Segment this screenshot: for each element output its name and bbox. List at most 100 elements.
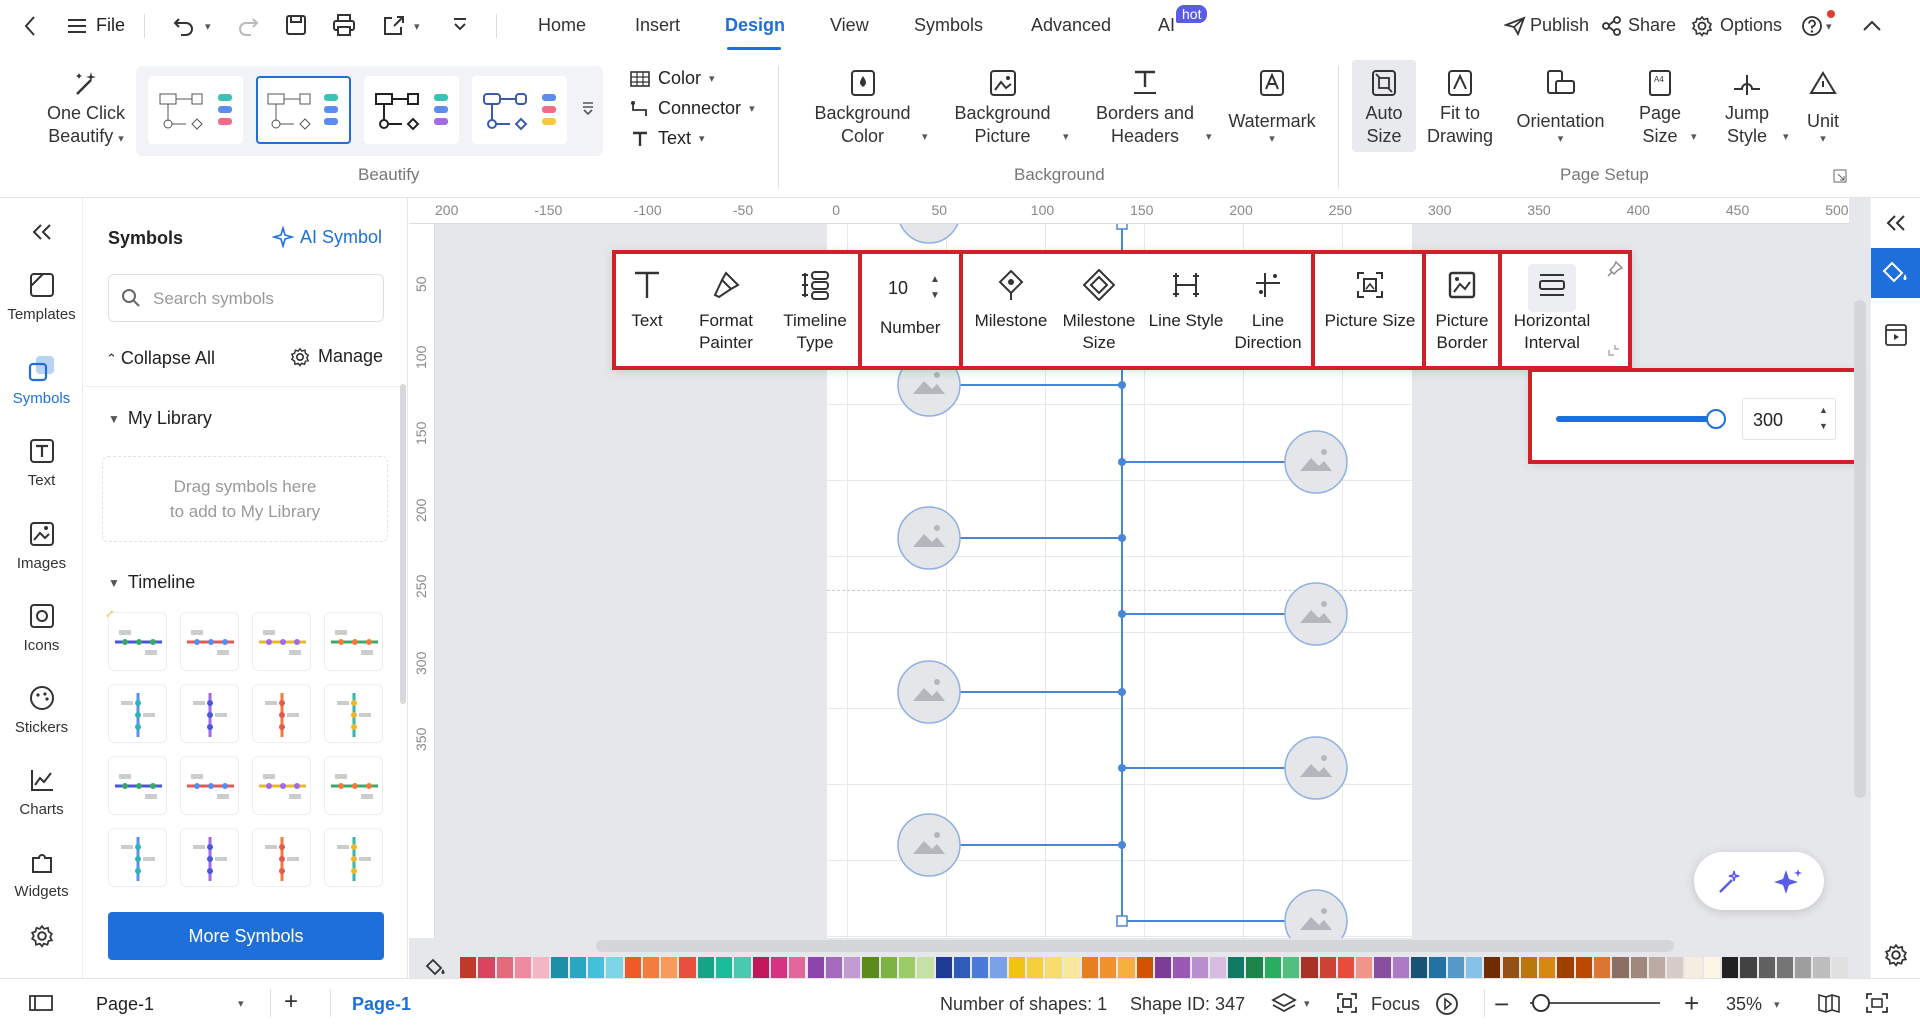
fit-page-icon[interactable] xyxy=(1864,991,1890,1015)
color-swatch[interactable] xyxy=(460,957,477,978)
color-swatch[interactable] xyxy=(1411,957,1428,978)
milestone-button[interactable]: Milestone xyxy=(970,268,1052,332)
color-swatch[interactable] xyxy=(1520,957,1538,978)
bg-picture-dropdown-icon[interactable]: ▾ xyxy=(1063,130,1069,143)
color-swatch[interactable] xyxy=(514,957,532,978)
timeline-symbol-thumbnail[interactable] xyxy=(108,756,167,815)
color-button[interactable]: Color ▾ xyxy=(630,68,715,89)
color-swatch[interactable] xyxy=(1721,957,1739,978)
watermark-button[interactable]: Watermark ▾ xyxy=(1222,68,1322,145)
style-option-4[interactable] xyxy=(472,76,567,144)
help-dropdown-icon[interactable]: ▾ xyxy=(1826,20,1832,33)
stepper-up-icon[interactable]: ▲ xyxy=(930,274,940,285)
presentation-icon[interactable] xyxy=(1883,322,1909,348)
jump-style-button[interactable]: Jump Style xyxy=(1712,68,1782,148)
zoom-in-icon[interactable]: + xyxy=(1684,988,1699,1019)
color-swatch[interactable] xyxy=(880,957,897,978)
color-swatch[interactable] xyxy=(844,957,861,978)
options-button[interactable]: Options xyxy=(1720,15,1782,36)
focus-button[interactable]: Focus xyxy=(1371,994,1420,1015)
borders-headers-button[interactable]: Borders and Headers xyxy=(1085,68,1205,148)
color-swatch[interactable] xyxy=(953,957,971,978)
timeline-symbol-thumbnail[interactable] xyxy=(180,684,239,743)
timeline-symbol-thumbnail[interactable] xyxy=(324,756,383,815)
book-view-icon[interactable] xyxy=(1816,991,1842,1015)
rail-item-widgets[interactable]: Widgets xyxy=(0,847,83,900)
color-swatch[interactable] xyxy=(1081,957,1099,978)
fill-bucket-icon[interactable] xyxy=(422,956,452,978)
undo-icon[interactable] xyxy=(172,14,196,38)
background-color-button[interactable]: Background Color xyxy=(800,68,925,148)
color-swatch[interactable] xyxy=(1063,957,1080,978)
color-swatch[interactable] xyxy=(898,957,916,978)
page-size-button[interactable]: A4 Page Size xyxy=(1628,68,1692,148)
interval-slider-track[interactable] xyxy=(1556,416,1716,422)
share-icon[interactable] xyxy=(1601,14,1623,38)
color-swatch[interactable] xyxy=(1264,957,1282,978)
page-tab-active[interactable]: Page-1 xyxy=(352,994,411,1015)
timeline-symbol-thumbnail[interactable] xyxy=(252,756,311,815)
vertical-scrollbar[interactable] xyxy=(1854,300,1866,798)
timeline-symbol-thumbnail[interactable] xyxy=(252,612,311,671)
color-swatch[interactable] xyxy=(917,957,934,978)
color-swatch[interactable] xyxy=(770,957,788,978)
color-swatch[interactable] xyxy=(1429,957,1446,978)
settings-gear-icon[interactable] xyxy=(28,922,56,950)
collapse-panel-icon[interactable] xyxy=(28,218,56,246)
color-swatch[interactable] xyxy=(1740,957,1757,978)
timeline-type-button[interactable]: Timeline Type xyxy=(775,268,855,354)
page-panel-icon[interactable] xyxy=(28,992,54,1014)
style-option-3[interactable] xyxy=(364,76,459,144)
layers-dropdown-icon[interactable]: ▾ xyxy=(1304,997,1310,1010)
color-swatch[interactable] xyxy=(1648,957,1666,978)
color-swatch[interactable] xyxy=(1283,957,1300,978)
toolbar-text-button[interactable]: Text xyxy=(622,268,672,332)
interval-value-input[interactable]: 300 ▲ ▼ xyxy=(1742,398,1836,440)
print-icon[interactable] xyxy=(332,13,356,37)
tab-ai[interactable]: AI xyxy=(1158,15,1175,36)
focus-icon[interactable] xyxy=(1334,991,1360,1015)
manage-button[interactable]: Manage xyxy=(290,346,383,367)
line-direction-button[interactable]: Line Direction xyxy=(1230,268,1306,354)
timeline-symbol-thumbnail[interactable] xyxy=(252,828,311,887)
timeline-header[interactable]: ▼ Timeline xyxy=(108,572,195,593)
page-size-dropdown-icon[interactable]: ▾ xyxy=(1691,130,1697,143)
color-swatch[interactable] xyxy=(1612,957,1629,978)
zoom-slider-knob[interactable] xyxy=(1532,994,1550,1012)
more-symbols-button[interactable]: More Symbols xyxy=(108,912,384,960)
color-swatch[interactable] xyxy=(1593,957,1611,978)
connector-button[interactable]: Connector ▾ xyxy=(630,98,755,119)
tab-view[interactable]: View xyxy=(830,15,869,36)
color-swatch[interactable] xyxy=(624,957,641,978)
color-swatch[interactable] xyxy=(1813,957,1830,978)
color-swatch[interactable] xyxy=(1502,957,1519,978)
color-swatch[interactable] xyxy=(1685,957,1702,978)
color-swatch[interactable] xyxy=(1155,957,1172,978)
color-swatch[interactable] xyxy=(1209,957,1227,978)
rail-item-text[interactable]: Text xyxy=(0,436,83,489)
rail-item-images[interactable]: Images xyxy=(0,519,83,572)
color-swatch[interactable] xyxy=(1776,957,1794,978)
file-menu[interactable]: File xyxy=(96,15,125,36)
borders-dropdown-icon[interactable]: ▾ xyxy=(1206,130,1212,143)
rail-item-templates[interactable]: Templates xyxy=(0,270,83,323)
auto-size-button[interactable]: Auto Size xyxy=(1352,68,1416,148)
timeline-symbol-thumbnail[interactable] xyxy=(180,756,239,815)
undo-dropdown-icon[interactable]: ▾ xyxy=(205,20,211,33)
export-icon[interactable] xyxy=(382,13,406,37)
rail-item-stickers[interactable]: Stickers xyxy=(0,683,83,736)
color-swatch[interactable] xyxy=(642,957,660,978)
color-swatch[interactable] xyxy=(588,957,605,978)
gear-icon[interactable] xyxy=(1690,14,1714,38)
color-swatch[interactable] xyxy=(1356,957,1373,978)
collapse-ribbon-icon[interactable] xyxy=(1860,14,1884,38)
expand-panel-icon[interactable] xyxy=(1883,210,1909,236)
color-swatch[interactable] xyxy=(606,957,623,978)
line-style-button[interactable]: Line Style xyxy=(1146,268,1226,332)
jump-style-dropdown-icon[interactable]: ▾ xyxy=(1783,130,1789,143)
color-swatch[interactable] xyxy=(1557,957,1574,978)
color-swatch[interactable] xyxy=(1045,957,1062,978)
color-swatch[interactable] xyxy=(972,957,989,978)
play-icon[interactable] xyxy=(1434,991,1460,1017)
picture-size-button[interactable]: Picture Size xyxy=(1320,268,1420,332)
